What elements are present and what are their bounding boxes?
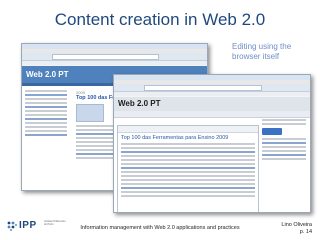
tab-strip[interactable] <box>22 61 207 65</box>
address-bar[interactable] <box>144 85 262 91</box>
page-number: p. 14 <box>299 229 312 235</box>
tab-strip[interactable] <box>114 92 310 96</box>
panel-text-line <box>262 150 306 152</box>
editor-text-line <box>121 195 255 197</box>
logo-text: IPP <box>19 220 37 231</box>
panel-text-line <box>262 158 306 160</box>
publish-button[interactable] <box>262 128 282 135</box>
annotation-callout: Editing using the browser itself <box>232 42 292 61</box>
screenshot-blog-editor: Web 2.0 PT Top 100 das Ferramentas para … <box>113 74 311 213</box>
editor-text-line <box>121 163 255 165</box>
editor-text-line <box>121 171 255 173</box>
address-bar[interactable] <box>52 54 159 60</box>
editor-text-line <box>121 191 255 193</box>
editor-body[interactable] <box>118 142 258 200</box>
ipp-logo: IPP <box>6 218 42 234</box>
sidebar-text-line <box>25 90 67 92</box>
panel-link[interactable] <box>262 142 306 144</box>
sidebar-text-line <box>25 126 67 128</box>
panel-link[interactable] <box>262 154 306 156</box>
sidebar-text-line <box>25 102 67 104</box>
editor-link[interactable] <box>121 167 255 169</box>
panel-text-line <box>262 123 306 125</box>
editor-toolbar[interactable] <box>118 126 258 133</box>
post-editor[interactable]: Top 100 das Ferramentas para Ensino 2009 <box>117 125 259 212</box>
panel-text-line <box>262 146 306 148</box>
sidebar-link[interactable] <box>25 118 67 120</box>
page-content: Web 2.0 PT Top 100 das Ferramentas para … <box>114 97 310 212</box>
presentation-title: Information management with Web 2.0 appl… <box>80 225 240 231</box>
blog-sidebar <box>25 90 67 138</box>
slide-title: Content creation in Web 2.0 <box>54 10 266 29</box>
editor-tabs[interactable] <box>114 111 310 118</box>
editor-link[interactable] <box>121 187 255 189</box>
sidebar-text-line <box>25 98 67 100</box>
post-thumbnail <box>76 104 104 122</box>
publish-panel <box>262 119 306 162</box>
sidebar-text-line <box>25 114 67 116</box>
ipp-dots-icon <box>7 221 18 232</box>
blog-header[interactable]: Web 2.0 PT <box>114 97 310 111</box>
editor-text-line <box>121 159 255 161</box>
editor-link[interactable] <box>121 151 255 153</box>
sidebar-text-line <box>25 110 67 112</box>
editor-text-line <box>121 175 255 177</box>
editor-text-line <box>121 179 255 181</box>
panel-text-line <box>262 138 306 140</box>
sidebar-link[interactable] <box>25 106 67 108</box>
sidebar-text-line <box>25 130 67 132</box>
sidebar-link[interactable] <box>25 134 67 136</box>
post-title-field[interactable]: Top 100 das Ferramentas para Ensino 2009 <box>118 133 258 142</box>
logo-subtitle: Instituto Politécnico do Porto <box>44 220 66 226</box>
panel-text-line <box>262 119 306 121</box>
editor-text-line <box>121 147 255 149</box>
editor-text-line <box>121 155 255 157</box>
editor-text-line <box>121 143 255 145</box>
author-name: Lino Oliveira <box>281 222 312 228</box>
editor-text-line <box>121 183 255 185</box>
author-block: Lino Oliveira p. 14 <box>281 222 312 236</box>
sidebar-text-line <box>25 122 67 124</box>
sidebar-link[interactable] <box>25 94 67 96</box>
